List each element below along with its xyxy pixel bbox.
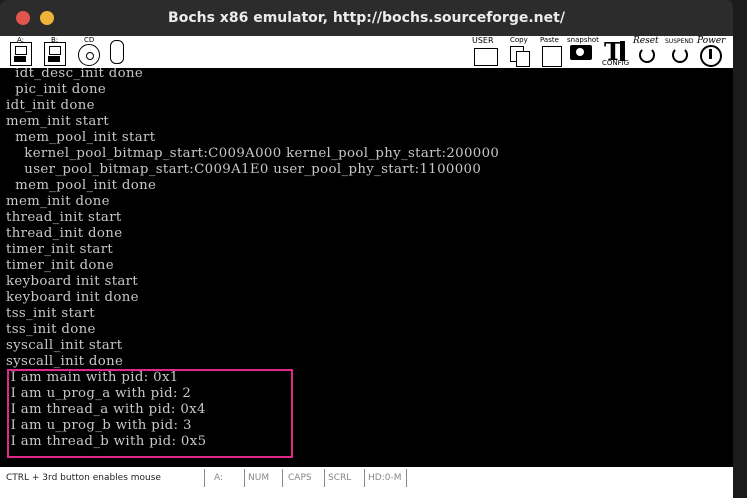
power-button[interactable]: Power [696, 36, 730, 68]
console-line: syscall_init done [6, 354, 124, 369]
status-mouse-hint: CTRL + 3rd button enables mouse [6, 469, 205, 487]
title-bar: Bochs x86 emulator, http://bochs.sourcef… [0, 0, 733, 36]
console-line: idt_desc_init done [6, 68, 144, 81]
snapshot-button[interactable]: snapshot [566, 36, 600, 68]
suspend-button[interactable]: SUSPEND [664, 36, 696, 68]
reset-button[interactable]: Reset [632, 36, 664, 68]
status-caps: CAPS [288, 469, 325, 487]
reset-icon [639, 47, 655, 63]
wrench-icon [620, 41, 625, 61]
paste-icon [542, 46, 562, 67]
console-line: keyboard init done [6, 290, 139, 305]
snapshot-label: snapshot [567, 36, 599, 44]
config-label: CONFIG [602, 59, 630, 67]
console-line: syscall_init start [6, 338, 123, 353]
status-num: NUM [248, 469, 283, 487]
window-title: Bochs x86 emulator, http://bochs.sourcef… [168, 10, 565, 26]
console-line: idt_init done [6, 98, 95, 113]
console-line: mem_pool_init start [6, 130, 156, 145]
console-line: thread_init done [6, 226, 123, 241]
cdrom-icon [78, 44, 100, 66]
emulator-screen[interactable]: idt_desc_init done pic_init done idt_init… [0, 68, 733, 467]
console-line: mem_init done [6, 194, 110, 209]
console-line: tss_init start [6, 306, 95, 321]
window-edge [733, 0, 747, 498]
close-button[interactable] [16, 11, 30, 25]
console-line: mem_pool_init done [6, 178, 157, 193]
status-bar: CTRL + 3rd button enables mouse A: NUM C… [0, 467, 733, 498]
console-line: mem_init start [6, 114, 110, 129]
status-hd: HD:0-M [368, 469, 407, 487]
reset-label: Reset [633, 36, 659, 46]
user-label: USER [472, 36, 494, 45]
status-scrl: SCRL [328, 469, 365, 487]
paste-label: Paste [540, 36, 559, 44]
mouse-button[interactable] [104, 36, 130, 68]
suspend-label: SUSPEND [665, 38, 694, 45]
console-line: pic_init done [6, 82, 107, 97]
console-line: keyboard init start [6, 274, 139, 289]
highlight-box [7, 369, 293, 458]
status-drive: A: [214, 469, 245, 487]
mouse-icon [110, 40, 124, 64]
paste-button[interactable]: Paste [538, 36, 566, 68]
camera-icon [570, 45, 592, 60]
user-button[interactable]: USER [470, 36, 502, 68]
console-line: timer_init done [6, 258, 114, 273]
floppy-b-icon [44, 42, 66, 66]
copy-button[interactable]: Copy [506, 36, 534, 68]
console-line: user_pool_bitmap_start:C009A1E0 user_poo… [6, 162, 482, 177]
minimize-button[interactable] [40, 11, 54, 25]
config-button[interactable]: T CONFIG [602, 36, 632, 68]
floppy-a-icon [10, 42, 32, 66]
cdrom-button[interactable]: CD [76, 36, 102, 68]
console-line: tss_init done [6, 322, 96, 337]
toolbar: A: B: CD USER Copy Paste snapshot T CONF… [0, 36, 733, 68]
keyboard-icon [474, 48, 498, 66]
floppy-a-button[interactable]: A: [8, 36, 34, 68]
power-icon [700, 45, 722, 67]
console-line: thread_init start [6, 210, 122, 225]
console-line: kernel_pool_bitmap_start:C009A000 kernel… [6, 146, 500, 161]
bochs-window: Bochs x86 emulator, http://bochs.sourcef… [0, 0, 733, 498]
cdrom-label: CD [84, 36, 95, 44]
copy-label: Copy [510, 36, 528, 44]
console-line: timer_init start [6, 242, 114, 257]
floppy-b-button[interactable]: B: [42, 36, 68, 68]
suspend-icon [672, 47, 688, 63]
